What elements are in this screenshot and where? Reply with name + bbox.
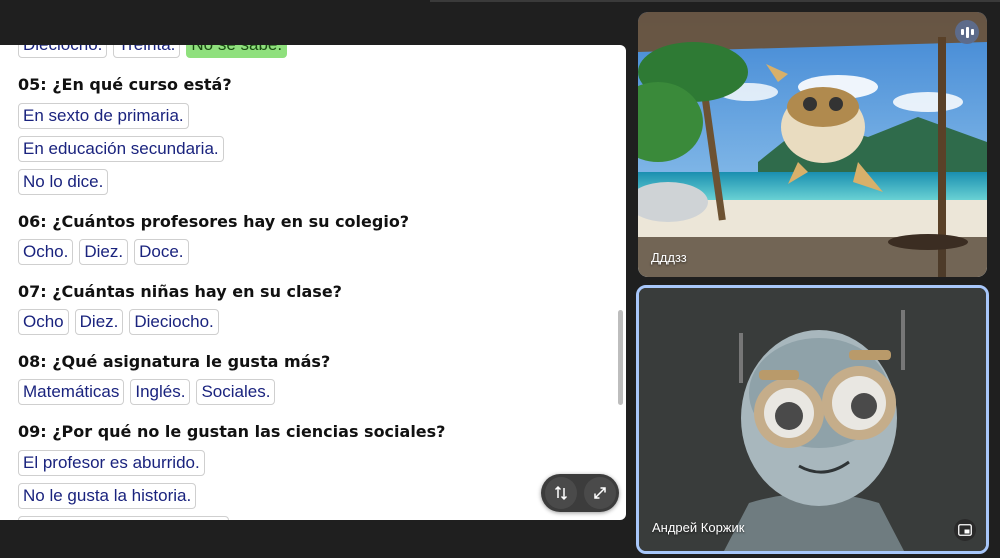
question-options: El profesor es aburrido. No le gusta la h…	[18, 450, 596, 520]
expand-icon	[593, 487, 606, 499]
answer-option[interactable]: En sexto de primaria.	[18, 103, 189, 129]
answer-option[interactable]: Diez.	[74, 309, 124, 335]
question-block: 09: ¿Por qué no le gustan las ciencias s…	[18, 421, 596, 520]
question-title: 07: ¿Cuántas niñas hay en su clase?	[18, 282, 342, 301]
picture-in-picture-button[interactable]	[954, 519, 976, 541]
answer-option[interactable]: No lo dice.	[18, 169, 109, 195]
answer-option[interactable]: Sociales.	[196, 379, 276, 405]
answer-option[interactable]: En educación secundaria.	[18, 136, 224, 162]
answer-option[interactable]: Diez.	[79, 239, 129, 265]
participant-name-top: Дддзз	[651, 250, 687, 265]
answer-option[interactable]: Dieciocho.	[18, 45, 108, 58]
scrollbar-thumb[interactable]	[618, 310, 623, 405]
answer-option[interactable]: Dieciocho.	[129, 309, 219, 335]
participant-name-bottom: Андрей Коржик	[652, 520, 745, 535]
question-options: Ocho. Diez. Doce.	[18, 239, 596, 265]
question-title: 05: ¿En qué curso está?	[18, 75, 232, 94]
answer-option[interactable]: El profesor es aburrido.	[18, 450, 205, 476]
question-title: 08: ¿Qué asignatura le gusta más?	[18, 352, 331, 371]
question-options: En sexto de primaria. En educación secund…	[18, 103, 596, 195]
fullscreen-button[interactable]	[583, 477, 616, 509]
question-options: Ocho Diez. Dieciocho.	[18, 309, 596, 335]
answer-option-correct[interactable]: No se sabe.	[186, 45, 288, 58]
question-title: 06: ¿Cuántos profesores hay en su colegi…	[18, 212, 410, 231]
top-bar-divider	[430, 0, 1000, 2]
answer-option[interactable]: Inglés.	[130, 379, 191, 405]
question-title: 09: ¿Por qué no le gustan las ciencias s…	[18, 422, 446, 441]
participant-tile-bottom[interactable]: Андрей Коржик	[636, 285, 989, 554]
shared-document-panel[interactable]: Dieciocho. Treinta. No se sabe. 05: ¿En qu…	[0, 45, 626, 520]
document-content: Dieciocho. Treinta. No se sabe. 05: ¿En qu…	[18, 45, 596, 520]
answer-option[interactable]: Tiene que estudiar mucho.	[18, 516, 229, 520]
question-options: Matemáticas Inglés. Sociales.	[18, 379, 596, 405]
answer-option[interactable]: No le gusta la historia.	[18, 483, 197, 509]
beach-background-image	[638, 12, 987, 277]
audio-level-icon	[955, 20, 979, 44]
answer-option[interactable]: Doce.	[134, 239, 189, 265]
picture-in-picture-icon	[958, 524, 972, 536]
answer-option[interactable]: Matemáticas	[18, 379, 125, 405]
answer-option[interactable]: Treinta.	[113, 45, 181, 58]
previous-question-options: Dieciocho. Treinta. No se sabe.	[18, 45, 596, 58]
answer-option[interactable]: Ocho	[18, 309, 69, 335]
question-block: 06: ¿Cuántos profesores hay en su colegi…	[18, 211, 596, 265]
answer-option[interactable]: Ocho.	[18, 239, 74, 265]
robot-avatar-image	[639, 288, 986, 551]
question-block: 07: ¿Cuántas niñas hay en su clase? Ocho D…	[18, 281, 596, 335]
question-block: 05: ¿En qué curso está? En sexto de prima…	[18, 74, 596, 195]
swap-layout-button[interactable]	[544, 477, 577, 509]
participant-tile-top[interactable]: Дддзз	[638, 12, 987, 277]
swap-vertical-icon	[554, 485, 567, 501]
document-controls	[541, 474, 619, 512]
question-block: 08: ¿Qué asignatura le gusta más? Matemát…	[18, 351, 596, 405]
